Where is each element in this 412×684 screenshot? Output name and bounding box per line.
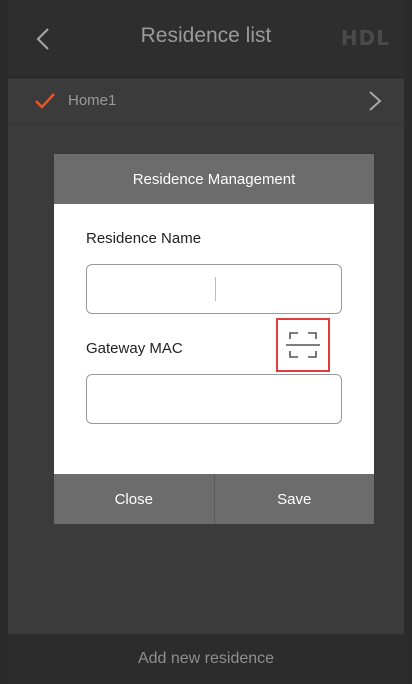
text-caret	[215, 277, 216, 301]
dialog-title: Residence Management	[54, 154, 374, 204]
save-button[interactable]: Save	[213, 474, 375, 524]
residence-name-input[interactable]	[86, 264, 342, 314]
dialog-body: Residence Name Gateway MAC	[54, 204, 374, 474]
residence-list-screen: Residence list HDL Home1 Residence Manag…	[8, 0, 404, 684]
list-divider	[8, 124, 404, 125]
close-button[interactable]: Close	[54, 474, 214, 524]
residence-name-label: Residence Name	[86, 230, 202, 247]
checkmark-icon	[35, 93, 55, 109]
list-item-home1[interactable]: Home1	[8, 78, 404, 124]
brand-logo: HDL	[340, 26, 390, 50]
gateway-mac-label: Gateway MAC	[86, 340, 183, 357]
app-header: Residence list HDL	[8, 0, 404, 78]
list-item-label: Home1	[68, 92, 117, 109]
add-residence-button[interactable]: Add new residence	[8, 634, 404, 684]
add-residence-label: Add new residence	[137, 650, 275, 667]
residence-management-dialog: Residence Management Residence Name Gate…	[54, 154, 374, 524]
gateway-mac-input[interactable]	[86, 374, 342, 424]
chevron-right-icon	[369, 91, 382, 111]
dialog-actions: Close Save	[54, 474, 374, 524]
scan-qr-button[interactable]	[276, 318, 330, 372]
qr-scan-icon	[286, 332, 320, 358]
